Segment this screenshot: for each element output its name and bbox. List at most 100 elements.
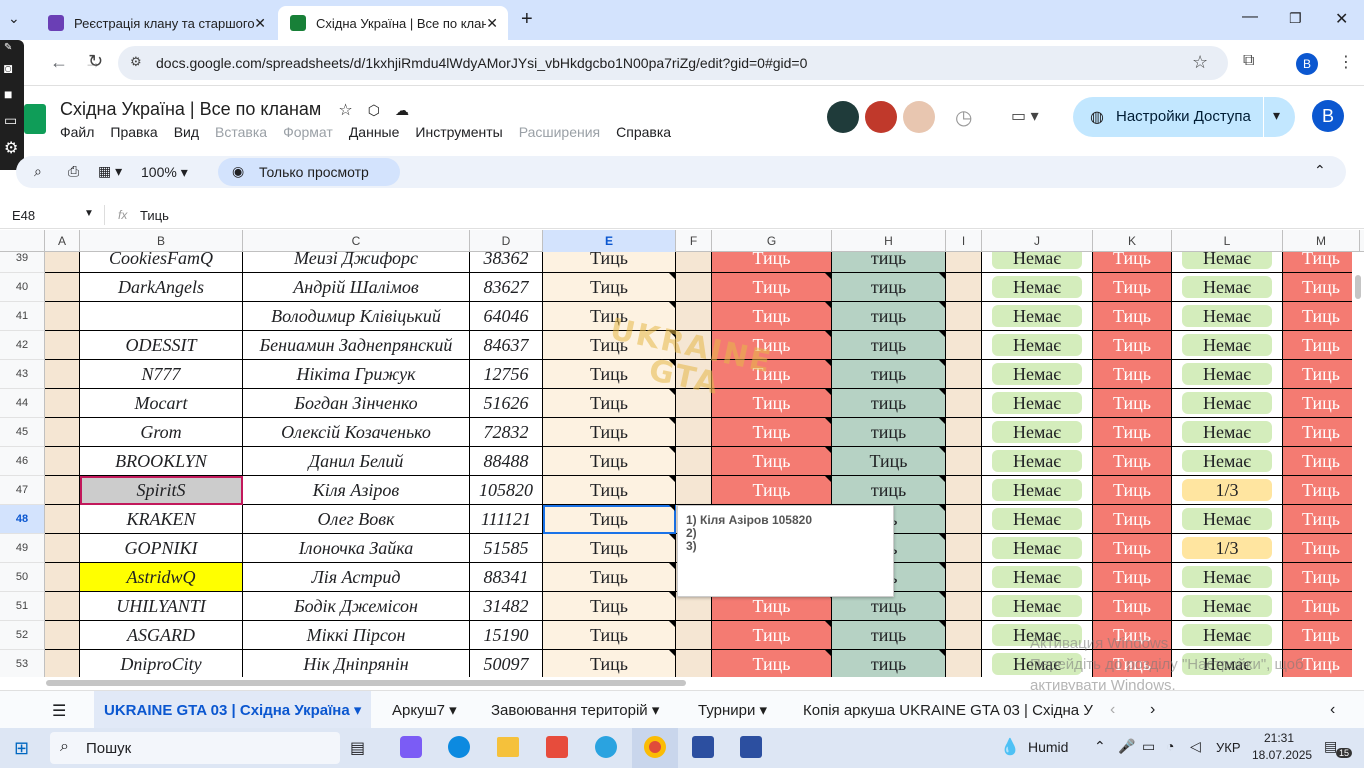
cell-l[interactable]: Немає [1172, 418, 1283, 447]
cell-m[interactable]: Тиць [1283, 476, 1352, 505]
select-all-corner[interactable] [0, 230, 45, 252]
back-icon[interactable]: ← [50, 52, 68, 73]
cell-e[interactable]: Тиць [543, 418, 676, 447]
language-indicator[interactable]: УКР [1216, 740, 1241, 755]
close-window-icon[interactable]: ✕ [1335, 9, 1348, 29]
cell-a[interactable] [45, 447, 80, 476]
weather-text[interactable]: Humid [1028, 739, 1068, 755]
browser-menu-icon[interactable]: ⋮ [1338, 52, 1354, 72]
cell-clan[interactable]: Mocart [80, 389, 243, 418]
cell-clan[interactable]: GOPNIKI [80, 534, 243, 563]
menu-format[interactable]: Формат [283, 124, 333, 140]
taskbar-search[interactable]: ⌕ Пошук [50, 732, 340, 764]
zoom-select[interactable]: 100% ▾ [141, 164, 188, 181]
collapse-toolbar-icon[interactable]: ⌃ [1314, 162, 1326, 179]
cell-i[interactable] [946, 592, 982, 621]
cell-k[interactable]: Тиць [1093, 360, 1172, 389]
cell-i[interactable] [946, 476, 982, 505]
task-view-icon[interactable]: ▤ [350, 738, 365, 758]
menu-view[interactable]: Вид [174, 124, 199, 140]
sheet-tab[interactable]: Копія аркуша UKRAINE GTA 03 | Східна У [803, 691, 1093, 731]
tab-list-icon[interactable]: ⌄ [8, 10, 20, 27]
menu-help[interactable]: Справка [616, 124, 671, 140]
window-icon[interactable]: ▭ [4, 112, 17, 129]
cell-clan[interactable]: N777 [80, 360, 243, 389]
cell-i[interactable] [946, 273, 982, 302]
cell-e[interactable]: Тиць [543, 252, 676, 273]
row-header[interactable]: 48 [0, 505, 45, 534]
cell-l[interactable]: Немає [1172, 389, 1283, 418]
cell-name[interactable]: Ілоночка Зайка [243, 534, 470, 563]
row-header[interactable]: 46 [0, 447, 45, 476]
cell-m[interactable]: Тиць [1283, 563, 1352, 592]
cell-a[interactable] [45, 592, 80, 621]
cell-m[interactable]: Тиць [1283, 418, 1352, 447]
sheet-tab[interactable]: Турнири ▾ [698, 691, 767, 731]
all-sheets-icon[interactable]: ☰ [52, 701, 66, 721]
pen-icon[interactable]: ✎ [4, 42, 12, 53]
row-header[interactable]: 42 [0, 331, 45, 360]
cell-j[interactable]: Немає [982, 302, 1093, 331]
cell-j[interactable]: Немає [982, 418, 1093, 447]
cell-clan[interactable]: AstridwQ [80, 563, 243, 592]
new-tab-icon[interactable]: + [521, 8, 533, 31]
edge-icon[interactable] [448, 736, 470, 758]
cell-e[interactable]: Тиць [543, 505, 676, 534]
share-button[interactable]: ◍ Настройки Доступа ▾ [1073, 97, 1295, 137]
cell-name[interactable]: Олег Вовк [243, 505, 470, 534]
document-title[interactable]: Східна Україна | Все по кланам ☆ ⬡ ☁ [60, 99, 409, 120]
row-header[interactable]: 47 [0, 476, 45, 505]
cell-m[interactable]: Тиць [1283, 534, 1352, 563]
cell-i[interactable] [946, 302, 982, 331]
cell-id[interactable]: 51585 [470, 534, 543, 563]
spreadsheet-grid[interactable]: 39 CookiesFamQ Меизі Джифорс 38362 Тиць Тиць т… [0, 252, 1352, 677]
cell-j[interactable]: Немає [982, 331, 1093, 360]
cell-id[interactable]: 105820 [470, 476, 543, 505]
cell-k[interactable]: Тиць [1093, 418, 1172, 447]
cell-h[interactable]: тиць [832, 252, 946, 273]
cell-e[interactable]: Тиць [543, 563, 676, 592]
tray-chevron-icon[interactable]: ⌃ [1094, 738, 1106, 755]
cell-k[interactable]: Тиць [1093, 505, 1172, 534]
scroll-tabs-right-icon[interactable]: › [1150, 701, 1155, 719]
cell-a[interactable] [45, 331, 80, 360]
menu-tools[interactable]: Инструменты [415, 124, 502, 140]
formula-input[interactable]: Тиць [140, 208, 169, 223]
cell-name[interactable]: Кіля Азіров [243, 476, 470, 505]
browser-tab-sheet[interactable]: Східна Україна | Все по клана ✕ [278, 6, 508, 40]
cell-i[interactable] [946, 331, 982, 360]
cell-id[interactable]: 72832 [470, 418, 543, 447]
row-header[interactable]: 53 [0, 650, 45, 677]
menu-insert[interactable]: Вставка [215, 124, 267, 140]
cell-e[interactable]: Тиць [543, 534, 676, 563]
clock-time[interactable]: 21:31 [1264, 731, 1294, 745]
sheet-tab[interactable]: Аркуш7 ▾ [392, 691, 457, 731]
cell-j[interactable]: Немає [982, 563, 1093, 592]
column-header-d[interactable]: D [470, 230, 543, 252]
cell-name[interactable]: Олексій Козаченько [243, 418, 470, 447]
collaborator-avatar[interactable] [865, 101, 897, 133]
cell-id[interactable]: 88341 [470, 563, 543, 592]
print-icon[interactable]: ⎙ [68, 163, 79, 180]
cell-l[interactable]: Немає [1172, 592, 1283, 621]
cell-g[interactable]: Тиць [712, 273, 832, 302]
share-dropdown-icon[interactable]: ▾ [1273, 107, 1280, 124]
cell-l[interactable]: Немає [1172, 360, 1283, 389]
cell-j[interactable]: Немає [982, 476, 1093, 505]
cell-m[interactable]: Тиць [1283, 505, 1352, 534]
column-header-e[interactable]: E [543, 230, 676, 252]
cell-j[interactable]: Немає [982, 273, 1093, 302]
sheet-tab-active[interactable]: UKRAINE GTA 03 | Східна Україна ▾ [94, 691, 372, 731]
cell-k[interactable]: Тиць [1093, 302, 1172, 331]
sheets-logo-icon[interactable] [24, 104, 46, 134]
minimize-icon[interactable]: — [1242, 8, 1258, 26]
version-history-icon[interactable]: ◷ [955, 105, 972, 130]
cell-g[interactable]: Тиць [712, 621, 832, 650]
browser-tab-registration[interactable]: Реєстрація клану та старшого ✕ [36, 6, 276, 40]
cell-a[interactable] [45, 650, 80, 677]
cell-f[interactable] [676, 621, 712, 650]
row-header[interactable]: 43 [0, 360, 45, 389]
cell-clan[interactable]: DarkAngels [80, 273, 243, 302]
cell-m[interactable]: Тиць [1283, 252, 1352, 273]
cell-k[interactable]: Тиць [1093, 331, 1172, 360]
